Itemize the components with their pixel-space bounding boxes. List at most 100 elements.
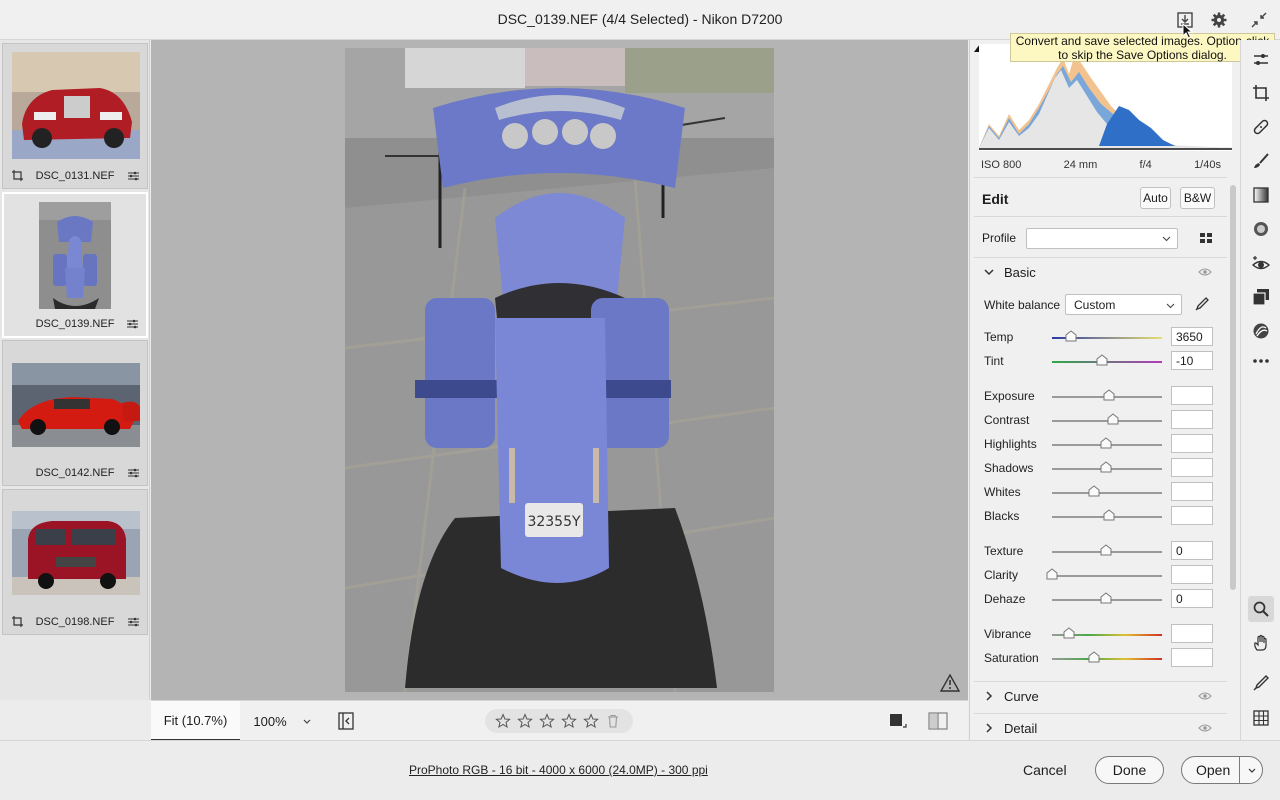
filmstrip-item[interactable]: DSC_0142.NEF [2, 340, 148, 486]
star-rating[interactable] [485, 709, 633, 733]
slider-value-field[interactable] [1171, 565, 1213, 584]
bw-button[interactable]: B&W [1180, 187, 1215, 209]
slider-texture[interactable]: Texture 0 [970, 540, 1226, 564]
slider-shadows[interactable]: Shadows [970, 457, 1226, 481]
slider-value-field[interactable] [1171, 482, 1213, 501]
slider-value-field[interactable] [1171, 458, 1213, 477]
grid-icon[interactable] [1250, 707, 1272, 729]
edit-sliders-icon[interactable] [1250, 49, 1272, 71]
presets-icon[interactable] [1250, 320, 1272, 342]
slider-value-field[interactable]: 0 [1171, 541, 1213, 560]
white-balance-label: White balance [984, 298, 1061, 312]
slider-handle[interactable] [1063, 627, 1075, 639]
cancel-button[interactable]: Cancel [1023, 762, 1067, 778]
warning-icon[interactable] [940, 674, 960, 692]
open-button[interactable]: Open [1181, 756, 1263, 784]
visibility-eye-icon[interactable] [1198, 691, 1212, 701]
slider-value-field[interactable]: 3650 [1171, 327, 1213, 346]
slider-value-field[interactable] [1171, 386, 1213, 405]
brush-icon[interactable] [1250, 150, 1272, 172]
gear-icon[interactable] [1208, 9, 1230, 31]
slider-handle[interactable] [1100, 437, 1112, 449]
filmstrip-toggle-icon[interactable] [337, 712, 355, 730]
slider-highlights[interactable]: Highlights [970, 433, 1226, 457]
eyedropper-icon[interactable] [1194, 296, 1210, 312]
slider-value-field[interactable]: 0 [1171, 589, 1213, 608]
slider-handle[interactable] [1107, 413, 1119, 425]
star-icon[interactable] [517, 713, 533, 729]
slider-value-field[interactable] [1171, 434, 1213, 453]
star-icon[interactable] [583, 713, 599, 729]
slider-handle[interactable] [1100, 544, 1112, 556]
split-view-icon[interactable] [928, 712, 948, 730]
image-canvas[interactable]: 32355Y [151, 40, 968, 700]
slider-handle[interactable] [1065, 330, 1077, 342]
slider-handle[interactable] [1103, 509, 1115, 521]
workflow-options-link[interactable]: ProPhoto RGB - 16 bit - 4000 x 6000 (24.… [409, 763, 708, 777]
filmstrip-item-selected[interactable]: DSC_0139.NEF [2, 192, 148, 338]
slider-value-field[interactable] [1171, 506, 1213, 525]
linear-gradient-icon[interactable] [1250, 184, 1272, 206]
slider-handle[interactable] [1088, 485, 1100, 497]
radial-filter-icon[interactable] [1250, 218, 1272, 240]
main-photo[interactable]: 32355Y [345, 48, 774, 692]
zoom-100-button[interactable]: 100% [243, 701, 297, 741]
done-button[interactable]: Done [1095, 756, 1164, 784]
open-options-dropdown[interactable] [1239, 757, 1263, 783]
slider-temp[interactable]: Temp 3650 [970, 326, 1226, 350]
slider-track[interactable] [1052, 492, 1162, 494]
slider-handle[interactable] [1046, 568, 1058, 580]
before-after-toggle-icon[interactable] [889, 713, 907, 729]
slider-whites[interactable]: Whites [970, 481, 1226, 505]
more-icon[interactable] [1250, 350, 1272, 372]
snapshots-icon[interactable] [1250, 286, 1272, 308]
slider-saturation[interactable]: Saturation [970, 647, 1226, 671]
slider-label: Shadows [984, 461, 1034, 475]
slider-blacks[interactable]: Blacks [970, 505, 1226, 529]
basic-section-header[interactable]: Basic [970, 257, 1226, 289]
visibility-eye-icon[interactable] [1198, 723, 1212, 733]
filmstrip-item[interactable]: DSC_0198.NEF [2, 489, 148, 635]
zoom-fit-button[interactable]: Fit (10.7%) [151, 701, 240, 741]
slider-value-field[interactable] [1171, 410, 1213, 429]
auto-button[interactable]: Auto [1140, 187, 1171, 209]
slider-track[interactable] [1052, 575, 1162, 577]
healing-icon[interactable] [1250, 116, 1272, 138]
slider-value-field[interactable]: -10 [1171, 351, 1213, 370]
slider-value-field[interactable] [1171, 624, 1213, 643]
thumbnail-filename: DSC_0142.NEF [35, 467, 115, 479]
slider-clarity[interactable]: Clarity [970, 564, 1226, 588]
visibility-eye-icon[interactable] [1198, 267, 1212, 277]
color-sampler-icon[interactable] [1250, 672, 1272, 694]
slider-handle[interactable] [1088, 651, 1100, 663]
curve-section-header[interactable]: Curve [970, 681, 1226, 713]
slider-label: Saturation [984, 651, 1039, 665]
panel-scrollbar[interactable] [1230, 185, 1236, 590]
trash-icon[interactable] [605, 713, 621, 729]
slider-dehaze[interactable]: Dehaze 0 [970, 588, 1226, 612]
crop-icon[interactable] [1250, 82, 1272, 104]
slider-contrast[interactable]: Contrast [970, 409, 1226, 433]
star-icon[interactable] [495, 713, 511, 729]
profile-dropdown[interactable] [1026, 228, 1178, 249]
slider-vibrance[interactable]: Vibrance [970, 623, 1226, 647]
star-icon[interactable] [539, 713, 555, 729]
star-icon[interactable] [561, 713, 577, 729]
slider-track[interactable] [1052, 658, 1162, 660]
white-balance-dropdown[interactable]: Custom [1065, 294, 1182, 315]
slider-handle[interactable] [1100, 461, 1112, 473]
hand-icon[interactable] [1250, 632, 1272, 654]
zoom-icon[interactable] [1248, 596, 1274, 622]
thumbnail-image [39, 202, 111, 309]
slider-exposure[interactable]: Exposure [970, 385, 1226, 409]
zoom-dropdown-chevron-icon[interactable] [299, 701, 315, 741]
red-eye-icon[interactable] [1250, 253, 1272, 275]
collapse-icon[interactable] [1248, 9, 1270, 31]
slider-tint[interactable]: Tint -10 [970, 350, 1226, 374]
slider-value-field[interactable] [1171, 648, 1213, 667]
filmstrip-item[interactable]: DSC_0131.NEF [2, 43, 148, 189]
profile-browser-icon[interactable] [1198, 230, 1214, 246]
slider-handle[interactable] [1096, 354, 1108, 366]
slider-handle[interactable] [1100, 592, 1112, 604]
slider-handle[interactable] [1103, 389, 1115, 401]
